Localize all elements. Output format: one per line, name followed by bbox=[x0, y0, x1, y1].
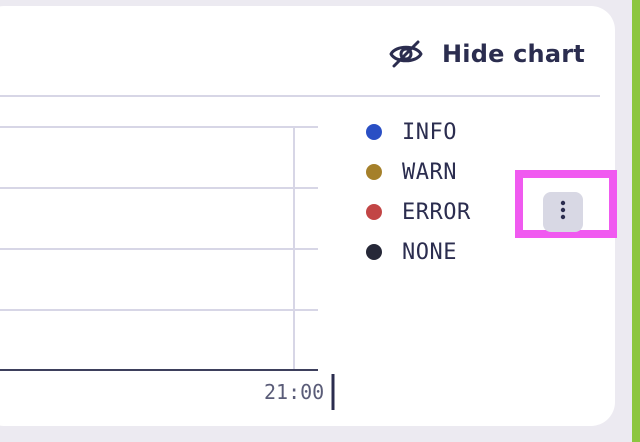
legend-dot-info bbox=[366, 124, 382, 140]
chart-options-button[interactable] bbox=[543, 192, 583, 232]
x-axis-tick-label: 21:00 bbox=[264, 380, 325, 404]
legend-dot-warn bbox=[366, 164, 382, 180]
legend-label-none: NONE bbox=[402, 239, 457, 265]
legend-item-error[interactable]: ERROR bbox=[366, 192, 471, 232]
legend-item-warn[interactable]: WARN bbox=[366, 152, 471, 192]
legend-item-none[interactable]: NONE bbox=[366, 232, 471, 272]
chart-legend: INFO WARN ERROR NONE bbox=[366, 112, 471, 272]
legend-dot-none bbox=[366, 244, 382, 260]
legend-dot-error bbox=[366, 204, 382, 220]
legend-label-error: ERROR bbox=[402, 199, 471, 225]
more-vertical-icon bbox=[560, 200, 566, 224]
legend-label-warn: WARN bbox=[402, 159, 457, 185]
legend-label-info: INFO bbox=[402, 119, 457, 145]
legend-item-info[interactable]: INFO bbox=[366, 112, 471, 152]
